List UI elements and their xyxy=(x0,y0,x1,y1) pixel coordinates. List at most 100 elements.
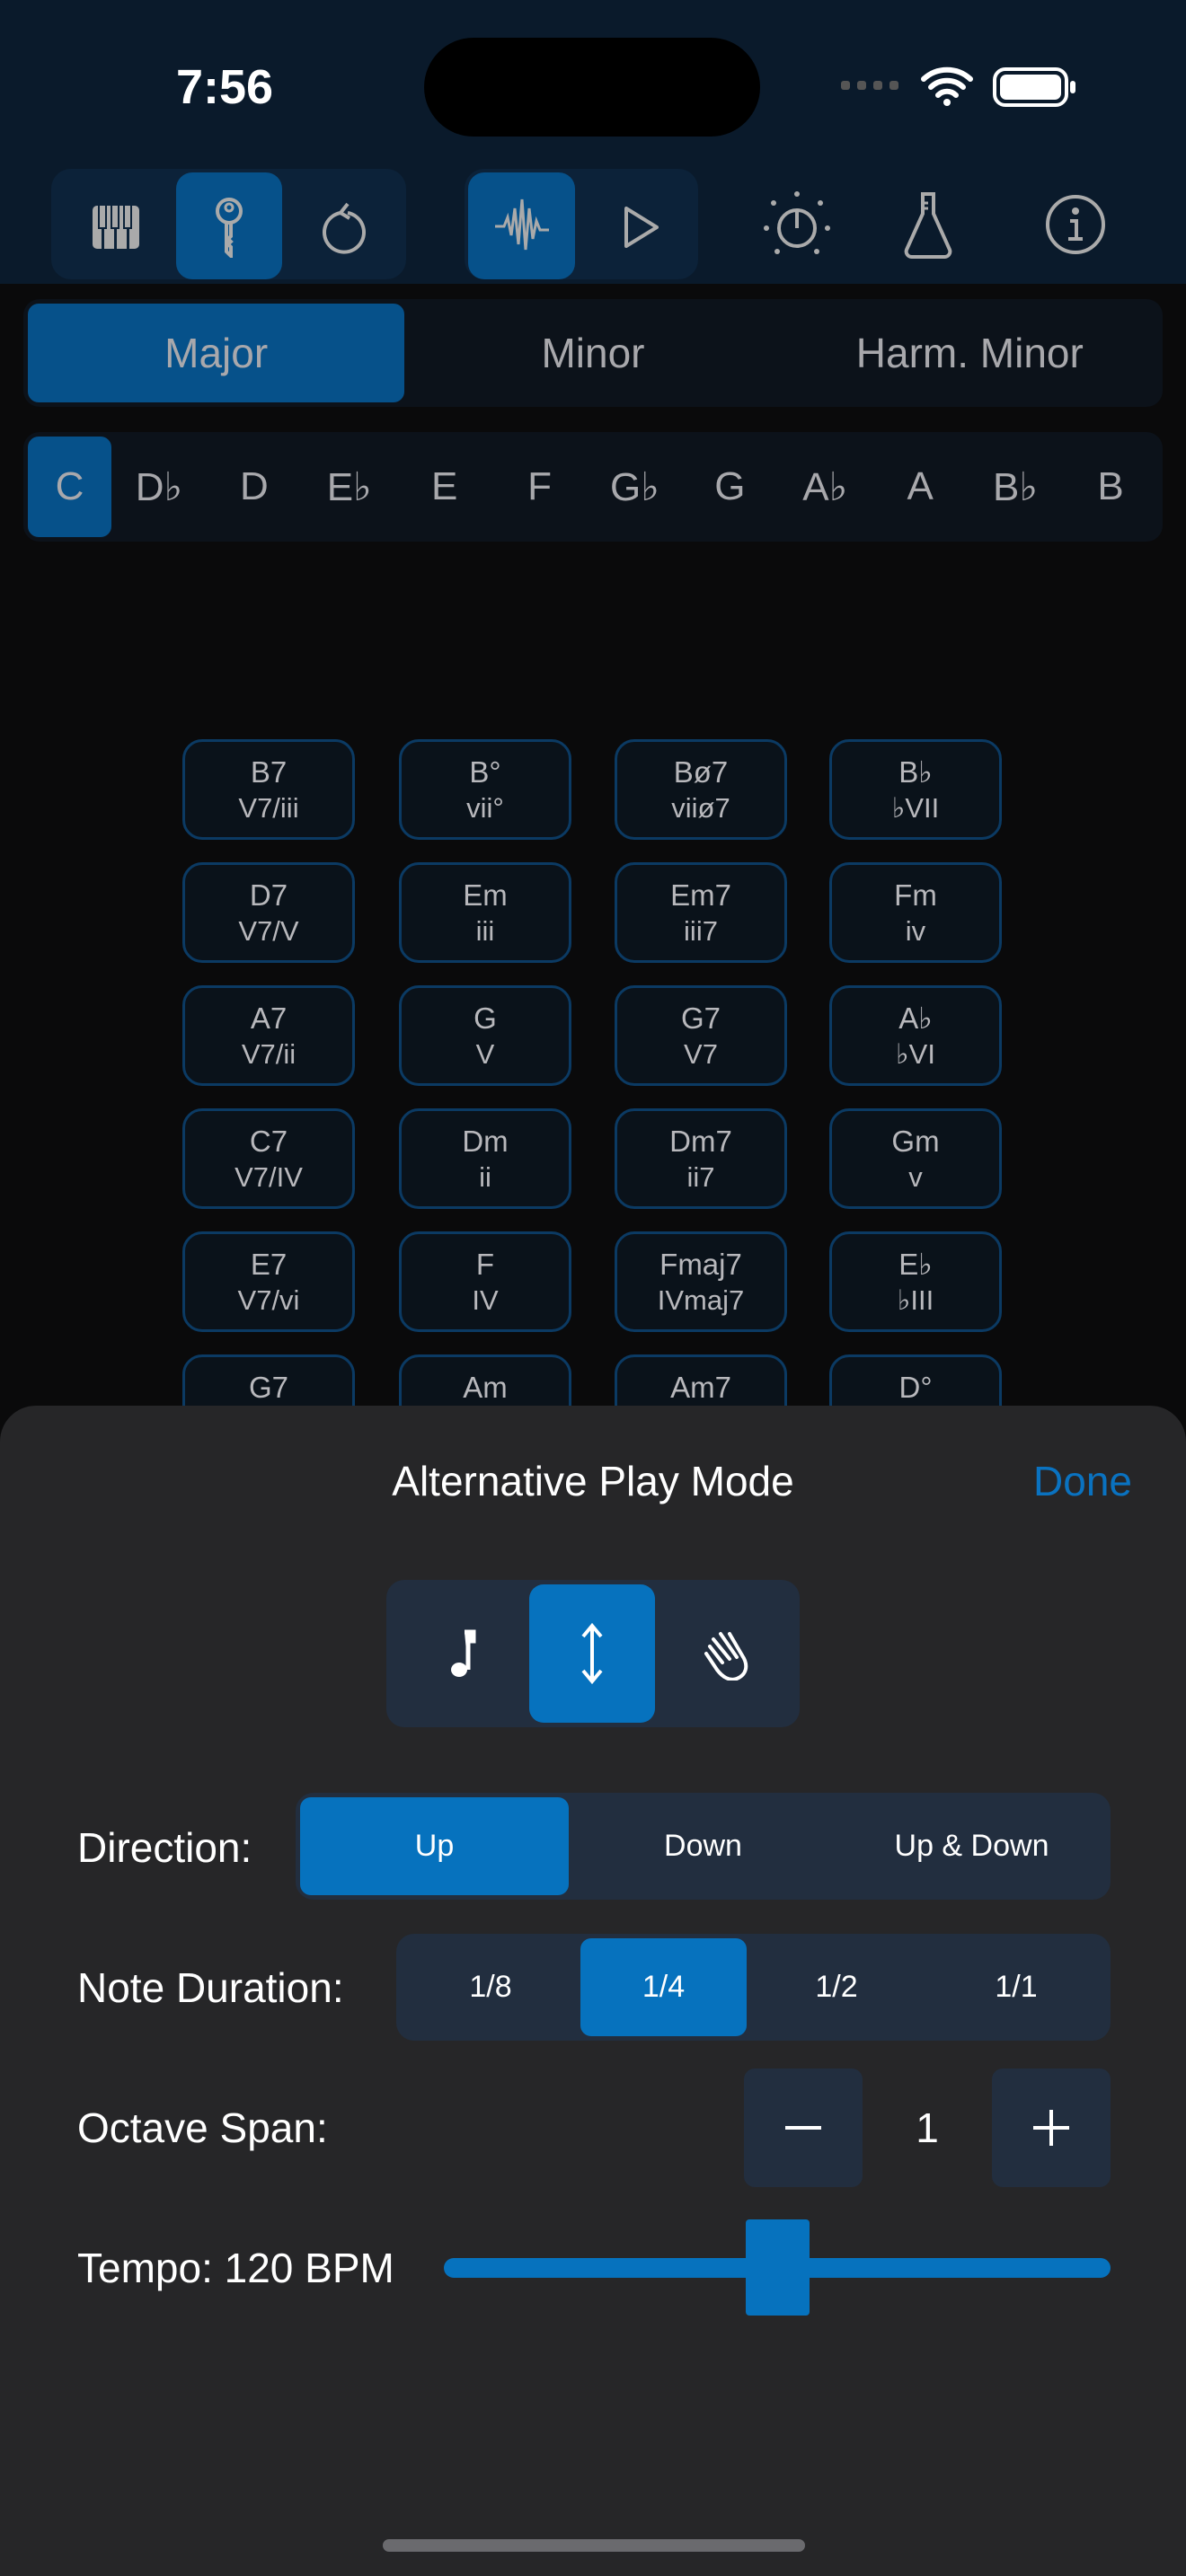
key-3[interactable]: E♭ xyxy=(302,437,397,537)
key-6[interactable]: G♭ xyxy=(588,437,683,537)
chord-roman: ♭VII xyxy=(891,792,940,824)
chord-button[interactable]: A♭ ♭VI xyxy=(829,985,1002,1086)
key-9[interactable]: A xyxy=(872,437,968,537)
octave-increment-button[interactable] xyxy=(992,2069,1111,2187)
chord-button[interactable]: Fmaj7 IVmaj7 xyxy=(615,1231,787,1332)
chord-roman: V7/iii xyxy=(238,792,299,824)
mode-arpeggio-button[interactable] xyxy=(529,1584,655,1723)
chord-name: G7 xyxy=(680,1001,721,1035)
chord-button[interactable]: G7 V7 xyxy=(615,985,787,1086)
direction-label: Direction: xyxy=(77,1824,252,1871)
octave-span-label: Octave Span: xyxy=(77,2104,328,2151)
scale-type-1[interactable]: Minor xyxy=(404,304,781,402)
direction-option-1[interactable]: Down xyxy=(569,1797,837,1895)
key-5[interactable]: F xyxy=(492,437,588,537)
key-7[interactable]: G xyxy=(682,437,777,537)
chord-button[interactable]: Dm7 ii7 xyxy=(615,1108,787,1209)
chord-roman: iii7 xyxy=(684,915,718,947)
direction-selector: Up Down Up & Down xyxy=(296,1793,1111,1900)
chord-roman: V7/ii xyxy=(241,1038,296,1070)
chord-button[interactable]: Bø7 viiø7 xyxy=(615,739,787,840)
info-icon xyxy=(1046,195,1105,254)
direction-option-0[interactable]: Up xyxy=(300,1797,569,1895)
chord-name: Am7 xyxy=(670,1371,731,1404)
flask-button[interactable] xyxy=(883,180,973,269)
key-4[interactable]: E xyxy=(397,437,492,537)
note-duration-selector: 1/8 1/4 1/2 1/1 xyxy=(396,1934,1111,2041)
chord-button[interactable]: Gm v xyxy=(829,1108,1002,1209)
key-10[interactable]: B♭ xyxy=(968,437,1063,537)
info-button[interactable] xyxy=(1031,180,1120,269)
chord-button[interactable]: GV xyxy=(399,985,571,1086)
key-0[interactable]: C xyxy=(28,437,111,537)
chord-button[interactable]: C7 V7/IV xyxy=(182,1108,355,1209)
chord-roman: v xyxy=(908,1161,923,1193)
chord-button[interactable]: B♭ ♭VII xyxy=(829,739,1002,840)
chord-roman: iv xyxy=(905,915,926,947)
octave-decrement-button[interactable] xyxy=(744,2069,863,2187)
chord-name: Dm xyxy=(462,1125,509,1158)
hand-icon xyxy=(704,1632,748,1681)
chord-name: G7 xyxy=(248,1371,289,1404)
chord-name: Em xyxy=(463,878,508,912)
chord-name: F xyxy=(475,1248,495,1281)
cellular-signal-icon xyxy=(841,81,898,90)
chord-button[interactable]: B° vii° xyxy=(399,739,571,840)
note-duration-option-2[interactable]: 1/2 xyxy=(747,1938,926,2036)
waveform-icon xyxy=(494,198,549,250)
chord-button[interactable]: E♭ ♭III xyxy=(829,1231,1002,1332)
timer-icon xyxy=(764,191,830,254)
chord-roman: V xyxy=(475,1038,495,1070)
chord-button[interactable]: Em7 iii7 xyxy=(615,862,787,963)
chord-roman: V7/vi xyxy=(237,1284,300,1316)
flask-icon xyxy=(904,192,952,259)
minus-icon xyxy=(785,2126,821,2130)
note-duration-option-3[interactable]: 1/1 xyxy=(926,1938,1106,2036)
chord-name: Am xyxy=(463,1371,508,1404)
chord-name: A♭ xyxy=(898,1001,933,1035)
chord-button[interactable]: Em iii xyxy=(399,862,571,963)
play-button[interactable] xyxy=(588,174,694,280)
chord-name: B° xyxy=(469,755,501,789)
chord-button[interactable]: F IV xyxy=(399,1231,571,1332)
chord-roman: ii xyxy=(479,1161,491,1193)
scale-type-2[interactable]: Harm. Minor xyxy=(782,304,1158,402)
chord-button[interactable]: B7 V7/iii xyxy=(182,739,355,840)
chord-button[interactable]: E7 V7/vi xyxy=(182,1231,355,1332)
note-duration-option-1[interactable]: 1/4 xyxy=(580,1938,747,2036)
key-selector: C D♭ D E♭ E F G♭ G A♭ A B♭ B xyxy=(23,432,1163,542)
key-8[interactable]: A♭ xyxy=(777,437,872,537)
tempo-slider-thumb[interactable] xyxy=(746,2219,810,2316)
chord-name: E♭ xyxy=(898,1248,933,1281)
key-button[interactable] xyxy=(176,172,282,279)
chord-name: D7 xyxy=(249,878,288,912)
key-11[interactable]: B xyxy=(1063,437,1158,537)
chord-button[interactable]: Dm ii xyxy=(399,1108,571,1209)
done-button[interactable]: Done xyxy=(988,1457,1132,1505)
status-time: 7:56 xyxy=(175,60,274,114)
chord-button[interactable]: D7 V7/V xyxy=(182,862,355,963)
chord-roman: ♭III xyxy=(897,1284,934,1316)
tempo-label: Tempo: 120 BPM xyxy=(77,2245,394,2291)
note-duration-label: Note Duration: xyxy=(77,1964,344,2011)
chord-roman: V7/V xyxy=(238,915,299,947)
scale-type-0[interactable]: Major xyxy=(28,304,405,402)
direction-option-2[interactable]: Up & Down xyxy=(837,1797,1106,1895)
waveform-button[interactable] xyxy=(468,172,575,279)
octave-span-value: 1 xyxy=(916,2104,939,2151)
timer-button[interactable] xyxy=(752,180,842,269)
note-duration-option-0[interactable]: 1/8 xyxy=(401,1938,580,2036)
wifi-icon xyxy=(921,66,973,106)
key-1[interactable]: D♭ xyxy=(111,437,207,537)
chord-button[interactable]: A7 V7/ii xyxy=(182,985,355,1086)
undo-button[interactable] xyxy=(293,174,399,280)
chord-button[interactable]: Fm iv xyxy=(829,862,1002,963)
key-2[interactable]: D xyxy=(207,437,302,537)
mode-note-button[interactable] xyxy=(404,1584,521,1723)
plus-icon xyxy=(1033,2110,1069,2146)
mode-strum-button[interactable] xyxy=(669,1584,786,1723)
piano-button[interactable] xyxy=(63,174,169,280)
chord-name: C7 xyxy=(249,1125,288,1158)
dynamic-island xyxy=(424,38,760,137)
chord-roman: V7 xyxy=(684,1038,718,1070)
